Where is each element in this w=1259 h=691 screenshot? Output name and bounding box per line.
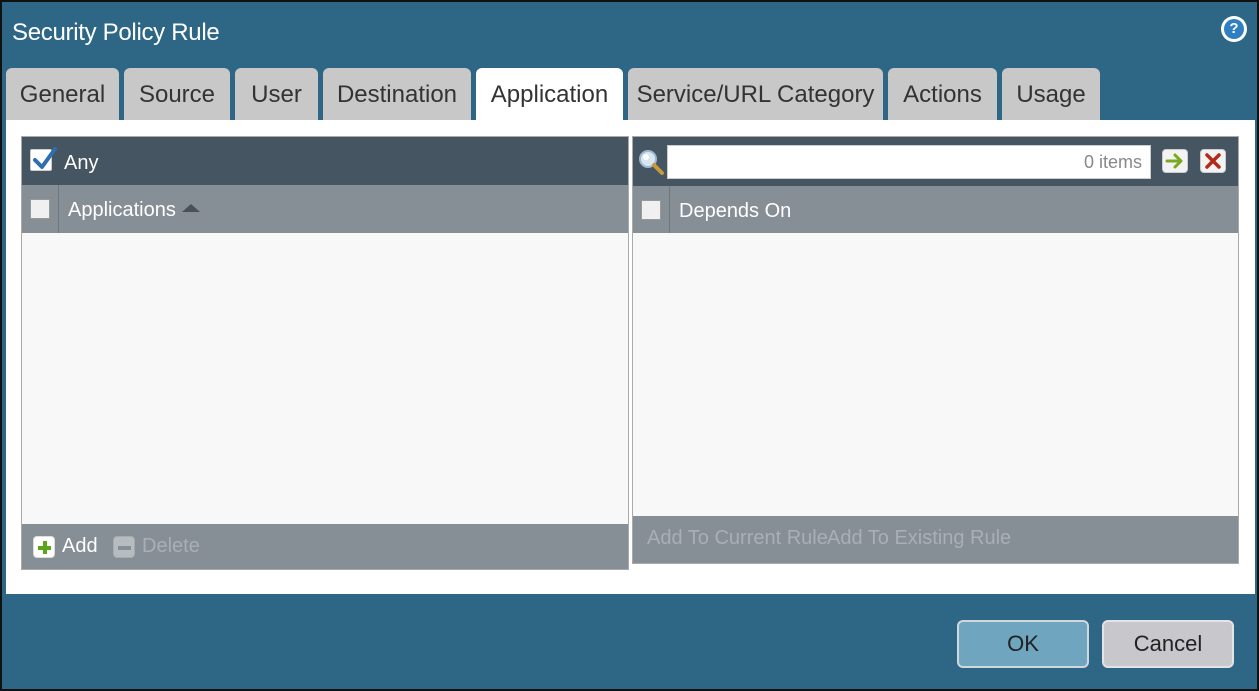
plus-icon [33,535,55,558]
tab-source[interactable]: Source [124,68,230,121]
help-icon[interactable]: ? [1221,16,1247,42]
tab-destination[interactable]: Destination [323,68,471,121]
clear-x-icon[interactable] [1200,149,1226,173]
tab-bar: General Source User Destination Applicat… [6,68,1105,122]
tab-user[interactable]: User [235,68,318,121]
applications-panel: Any Applications Add Delete [21,136,629,570]
tab-actions[interactable]: Actions [888,68,997,121]
any-label: Any [64,152,99,174]
depends-on-footer: Add To Current Rule Add To Existing Rule [633,516,1238,563]
security-policy-rule-dialog: Security Policy Rule ? General Source Us… [0,0,1259,691]
applications-footer: Add Delete [22,524,628,569]
cancel-button[interactable]: Cancel [1102,620,1234,668]
checkmark-icon [33,147,57,169]
minus-icon [113,535,135,558]
delete-button[interactable]: Delete [113,535,200,558]
ok-button[interactable]: OK [957,620,1089,668]
search-bar [633,137,1238,186]
add-to-current-rule-button[interactable]: Add To Current Rule [647,527,828,550]
applications-list [22,233,628,525]
depends-on-grid-header: Depends On [633,186,1238,233]
tab-general[interactable]: General [6,68,119,121]
select-all-applications-checkbox[interactable] [30,199,50,219]
sort-ascending-icon [181,204,200,212]
delete-label: Delete [142,535,200,557]
applications-column-label: Applications [68,199,176,221]
applications-column-header[interactable]: Applications [68,199,200,222]
any-checkbox[interactable] [30,147,57,171]
tab-content: Any Applications Add Delete 0 items Depe… [6,120,1255,594]
dialog-title: Security Policy Rule [12,19,220,46]
applications-grid-header: Applications [22,185,628,233]
add-to-existing-rule-button[interactable]: Add To Existing Rule [827,527,1011,550]
add-button[interactable]: Add [33,535,98,558]
select-all-cell [22,185,59,233]
select-all-cell [633,186,670,233]
tab-application[interactable]: Application [476,68,623,122]
select-all-depends-checkbox[interactable] [641,200,661,220]
tab-usage[interactable]: Usage [1002,68,1100,121]
search-icon[interactable] [637,148,665,176]
depends-on-panel: Depends On Add To Current Rule Add To Ex… [632,136,1239,564]
tab-service-url-category[interactable]: Service/URL Category [628,68,883,121]
arrow-right-icon[interactable] [1162,149,1188,173]
search-input[interactable] [667,145,1151,179]
any-bar: Any [22,137,628,185]
depends-on-list [633,233,1238,517]
add-label: Add [62,535,98,557]
depends-on-column-header[interactable]: Depends On [679,200,791,223]
